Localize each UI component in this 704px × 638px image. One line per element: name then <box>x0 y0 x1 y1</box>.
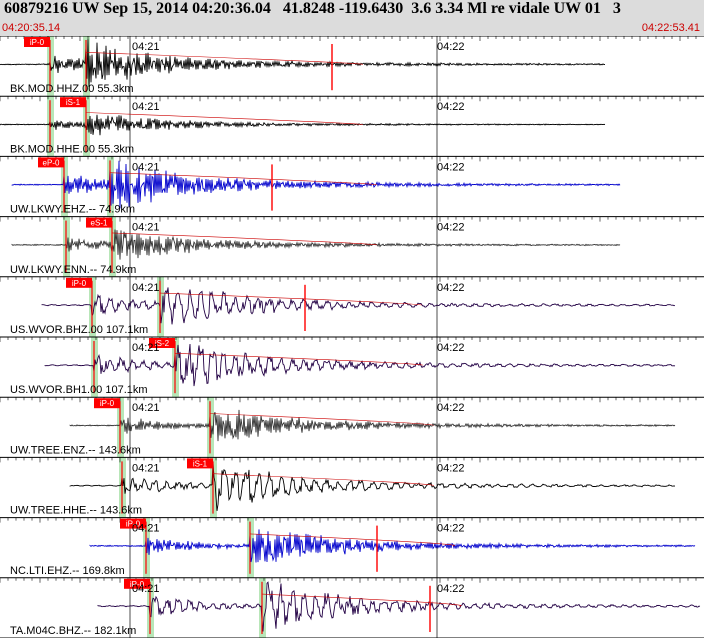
station-label: UW.TREE.HHE.-- 143.6km <box>10 505 142 517</box>
station-label: UW.LKWY.ENN.-- 74.9km <box>10 264 136 276</box>
tick-label: 04:21 <box>132 161 160 173</box>
tick-label: 04:21 <box>132 101 160 113</box>
tick-label: 04:22 <box>437 282 465 294</box>
tick-label: 04:22 <box>437 41 465 53</box>
pick-flag-label: eP-0 <box>43 158 60 167</box>
tick-label: 04:22 <box>437 402 465 414</box>
window-start-time: 04:20:35.14 <box>2 22 61 34</box>
tick-label: 04:21 <box>132 523 160 535</box>
tick-label: 04:22 <box>437 101 465 113</box>
seismogram-trace[interactable] <box>11 160 621 209</box>
seismogram-trace[interactable] <box>69 462 676 511</box>
event-header: 60879216 UW Sep 15, 2014 04:20:36.04 41.… <box>0 0 704 36</box>
tick-label: 04:21 <box>132 462 160 474</box>
tick-label: 04:22 <box>437 161 465 173</box>
seismogram-trace[interactable] <box>89 529 696 563</box>
tick-label: 04:21 <box>132 342 160 354</box>
tick-label: 04:22 <box>437 462 465 474</box>
pick-flag-label: iS-1 <box>66 98 81 107</box>
pick-flag-label: iP-0 <box>72 279 87 288</box>
station-label: BK.MOD.HHZ.00 55.3km <box>10 83 133 95</box>
station-label: BK.MOD.HHE.00 55.3km <box>10 143 134 155</box>
tick-label: 04:21 <box>132 222 160 234</box>
station-label: US.WVOR.BH1.00 107.1km <box>10 384 148 396</box>
waveform-panel[interactable]: iP-0iS-1eP-0eS-1iP-0iS-2iP-0iS-1iP-0iP-0… <box>0 36 704 638</box>
seismogram-trace[interactable] <box>0 114 606 136</box>
station-label: UW.LKWY.EHZ.-- 74.9km <box>10 204 135 216</box>
tick-label: 04:22 <box>437 222 465 234</box>
tick-label: 04:21 <box>132 402 160 414</box>
tick-label: 04:21 <box>132 282 160 294</box>
event-title: 60879216 UW Sep 15, 2014 04:20:36.04 41.… <box>4 0 621 17</box>
tick-label: 04:22 <box>437 523 465 535</box>
pick-flag-label: iS-1 <box>193 459 208 468</box>
seismogram-trace[interactable] <box>11 229 621 260</box>
seismogram-trace[interactable] <box>0 39 606 88</box>
station-label: TA.M04C.BHZ.-- 182.1km <box>10 625 136 637</box>
tick-label: 04:22 <box>437 342 465 354</box>
window-end-time: 04:22:53.41 <box>641 22 700 34</box>
tick-label: 04:21 <box>132 41 160 53</box>
pick-flag-label: iP-0 <box>30 38 45 47</box>
tick-label: 04:22 <box>437 583 465 595</box>
station-label: UW.TREE.ENZ.-- 143.6km <box>10 444 141 456</box>
tick-label: 04:21 <box>132 583 160 595</box>
pick-flag-label: iP-0 <box>100 399 115 408</box>
station-label: NC.LTI.EHZ.-- 169.8km <box>10 565 125 577</box>
pick-flag-label: eS-1 <box>91 219 108 228</box>
seismogram-trace[interactable] <box>97 581 701 632</box>
seismogram-trace[interactable] <box>69 409 676 442</box>
station-label: US.WVOR.BHZ.00 107.1km <box>10 324 148 336</box>
